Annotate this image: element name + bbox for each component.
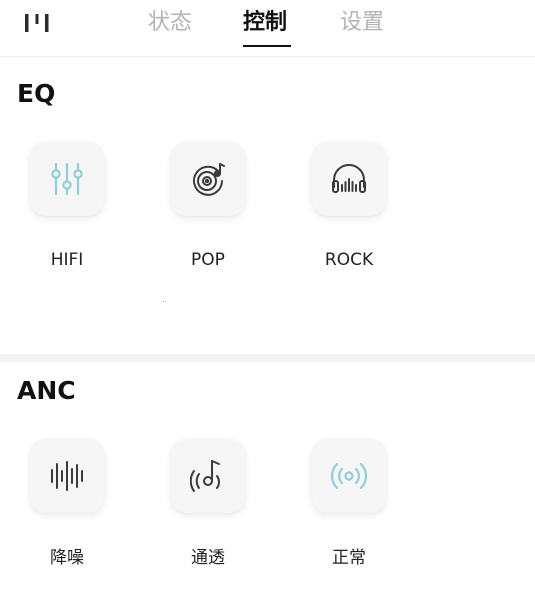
top-nav-bar: 状态 控制 设置 — [0, 0, 535, 57]
tab-settings[interactable]: 设置 — [340, 8, 384, 38]
anc-transparency-button[interactable] — [171, 439, 245, 513]
anc-section-title: ANC — [17, 376, 76, 405]
eq-pop-label: POP — [191, 250, 225, 270]
eq-rock-button[interactable] — [312, 142, 386, 216]
section-divider — [0, 354, 535, 362]
vinyl-record-icon — [193, 163, 225, 196]
anc-transparency-label: 通透 — [191, 548, 225, 568]
eq-rock-label: ROCK — [324, 250, 374, 270]
eq-section-title: EQ — [17, 79, 56, 108]
music-note-waves-icon — [190, 460, 220, 492]
menu-logo-icon[interactable] — [24, 12, 50, 34]
anc-normal-button[interactable] — [312, 439, 386, 513]
eq-hifi-label: HIFI — [50, 250, 84, 270]
anc-noise-cancel-label: 降噪 — [50, 548, 84, 568]
headphones-icon — [332, 164, 366, 193]
anc-normal-label: 正常 — [332, 548, 366, 568]
anc-noise-cancel-button[interactable] — [30, 439, 104, 513]
tab-status[interactable]: 状态 — [148, 8, 192, 38]
eq-hifi-button[interactable] — [30, 142, 104, 216]
soundwave-icon — [51, 461, 83, 491]
eq-pop-button[interactable] — [171, 142, 245, 216]
broadcast-icon — [331, 462, 367, 490]
tab-control[interactable]: 控制 — [243, 8, 287, 38]
active-tab-indicator — [243, 45, 291, 47]
stray-dot — [163, 301, 164, 302]
equalizer-sliders-icon — [51, 162, 83, 196]
